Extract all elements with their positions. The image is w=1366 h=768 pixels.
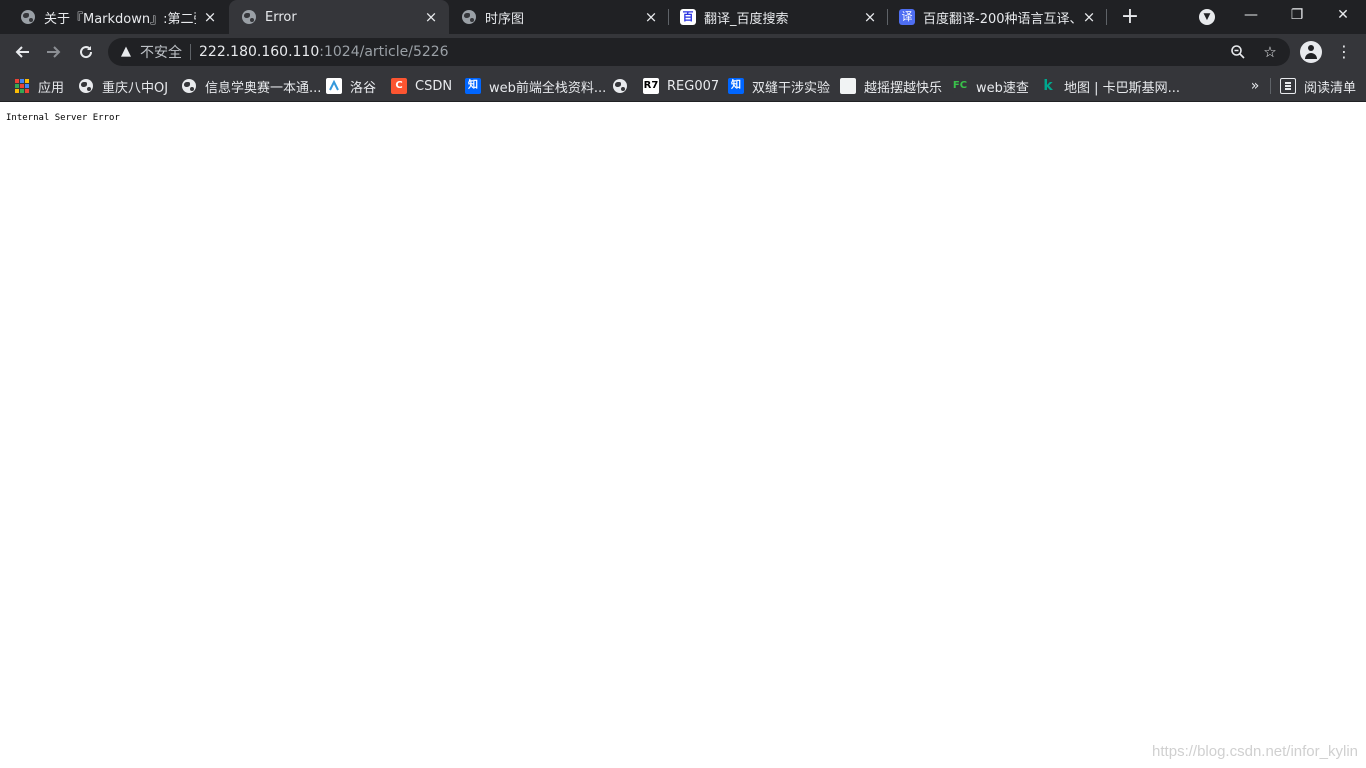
zoom-icon[interactable] xyxy=(1230,44,1246,60)
bookmark-csdn[interactable]: C CSDN xyxy=(391,76,452,96)
error-message: Internal Server Error xyxy=(6,113,120,123)
bookmark-luogu[interactable]: 洛谷 xyxy=(326,76,376,96)
tab-title: 时序图 xyxy=(485,11,525,27)
close-icon[interactable]: × xyxy=(202,9,218,25)
tab-title: 关于『Markdown』:第二弹 xyxy=(44,11,196,27)
bookmark-label: 应用 xyxy=(38,80,65,96)
baidu-paw-icon: 百 xyxy=(680,9,696,25)
tab-title: 百度翻译-200种语言互译、沟 xyxy=(923,11,1075,27)
reading-list-icon xyxy=(1280,78,1296,94)
bookmark-label: web前端全栈资料... xyxy=(489,80,607,96)
minimize-button[interactable]: — xyxy=(1228,0,1274,30)
bookmarks-divider xyxy=(1270,78,1271,94)
reading-list-button[interactable]: 阅读清单 xyxy=(1280,76,1356,96)
bookmark-label: CSDN xyxy=(415,78,453,94)
tab-baidu-fanyi[interactable]: 译 百度翻译-200种语言互译、沟 × xyxy=(887,0,1107,34)
kaspersky-icon: k xyxy=(1043,78,1053,94)
url-host[interactable]: 222.180.160.110 xyxy=(199,44,319,60)
bookmark-label: 洛谷 xyxy=(350,80,377,96)
arrow-right-icon xyxy=(47,46,61,58)
url-path[interactable]: :1024/article/5226 xyxy=(319,44,448,60)
fanyi-icon: 译 xyxy=(899,9,915,25)
browser-toolbar: ▲ 不安全 222.180.160.110:1024/article/5226 … xyxy=(0,34,1366,70)
bookmarks-bar: 应用 重庆八中OJ 信息学奥赛一本通... 洛谷 C CSDN 知 web前端全… xyxy=(0,70,1366,102)
bookmark-label: 重庆八中OJ xyxy=(102,80,169,96)
bookmark-label: 地图 | 卡巴斯基网... xyxy=(1064,80,1181,96)
csdn-icon: C xyxy=(391,78,407,94)
more-menu-icon[interactable]: ⋮ xyxy=(1336,38,1352,66)
address-bar[interactable]: ▲ 不安全 222.180.160.110:1024/article/5226 … xyxy=(108,38,1290,66)
new-tab-button[interactable]: + xyxy=(1118,5,1142,29)
luogu-icon xyxy=(326,78,342,94)
tab-title: Error xyxy=(265,9,297,25)
bookmark-web-frontend[interactable]: 知 web前端全栈资料... xyxy=(465,76,606,96)
forward-button[interactable] xyxy=(40,38,68,66)
r7-icon: R7 xyxy=(643,78,659,94)
fc-icon: FC xyxy=(952,78,968,94)
blank-page-icon xyxy=(840,78,856,94)
globe-icon xyxy=(20,9,36,25)
globe-icon xyxy=(78,78,94,94)
globe-icon xyxy=(612,78,628,94)
bookmark-label: 信息学奥赛一本通... xyxy=(205,80,322,96)
tab-sequence-diagram[interactable]: 时序图 × xyxy=(449,0,669,34)
tab-markdown[interactable]: 关于『Markdown』:第二弹 × xyxy=(8,0,228,34)
globe-icon xyxy=(461,9,477,25)
bookmark-web-cheatsheet[interactable]: FC web速查 xyxy=(952,76,1029,96)
reload-icon xyxy=(80,46,93,59)
star-icon[interactable]: ☆ xyxy=(1262,44,1278,60)
reading-list-label: 阅读清单 xyxy=(1304,80,1357,96)
page-content: Internal Server Error https://blog.csdn.… xyxy=(0,103,1366,768)
restore-button[interactable]: ❐ xyxy=(1274,0,1320,30)
apps-icon xyxy=(14,78,30,94)
bookmark-label: 双缝干涉实验 xyxy=(752,80,831,96)
window-close-button[interactable]: ✕ xyxy=(1320,0,1366,30)
bookmark-kaspersky-map[interactable]: k 地图 | 卡巴斯基网... xyxy=(1040,76,1180,96)
bookmark-reg007[interactable]: R7 REG007 xyxy=(643,76,719,96)
bookmark-double-slit[interactable]: 知 双缝干涉实验 xyxy=(728,76,830,96)
bookmark-cqbz-oj[interactable]: 重庆八中OJ xyxy=(78,76,168,96)
bookmark-label: REG007 xyxy=(667,78,720,94)
tab-strip: 关于『Markdown』:第二弹 × Error × 时序图 × 百 翻译_百度… xyxy=(0,0,1366,34)
tab-title: 翻译_百度搜索 xyxy=(704,11,789,27)
tab-separator xyxy=(1106,9,1107,25)
globe-icon xyxy=(241,9,257,25)
bookmark-ybt[interactable]: 信息学奥赛一本通... xyxy=(181,76,321,96)
bookmark-globe[interactable] xyxy=(612,76,636,96)
close-icon[interactable]: × xyxy=(1081,9,1097,25)
watermark: https://blog.csdn.net/infor_kylin xyxy=(1152,743,1358,760)
bookmark-apps[interactable]: 应用 xyxy=(14,76,64,96)
bookmark-label: 越摇摆越快乐 xyxy=(864,80,943,96)
back-button[interactable] xyxy=(8,38,36,66)
close-icon[interactable]: × xyxy=(862,9,878,25)
omnibox-divider xyxy=(190,44,191,60)
globe-icon xyxy=(181,78,197,94)
zhihu-icon: 知 xyxy=(465,78,481,94)
close-icon[interactable]: × xyxy=(423,9,439,25)
zhihu-icon: 知 xyxy=(728,78,744,94)
reload-button[interactable] xyxy=(72,38,100,66)
tab-baidu-search[interactable]: 百 翻译_百度搜索 × xyxy=(668,0,888,34)
close-icon[interactable]: × xyxy=(643,9,659,25)
arrow-left-icon xyxy=(15,46,29,58)
bookmark-swing[interactable]: 越摇摆越快乐 xyxy=(840,76,942,96)
bookmarks-overflow-icon[interactable]: » xyxy=(1248,76,1262,96)
tab-error[interactable]: Error × xyxy=(229,0,449,34)
security-label[interactable]: 不安全 xyxy=(140,42,182,62)
tab-search-icon[interactable]: ▼ xyxy=(1199,9,1215,25)
warning-icon[interactable]: ▲ xyxy=(118,44,134,60)
bookmark-label: web速查 xyxy=(976,80,1029,96)
profile-avatar-icon[interactable] xyxy=(1300,41,1322,63)
